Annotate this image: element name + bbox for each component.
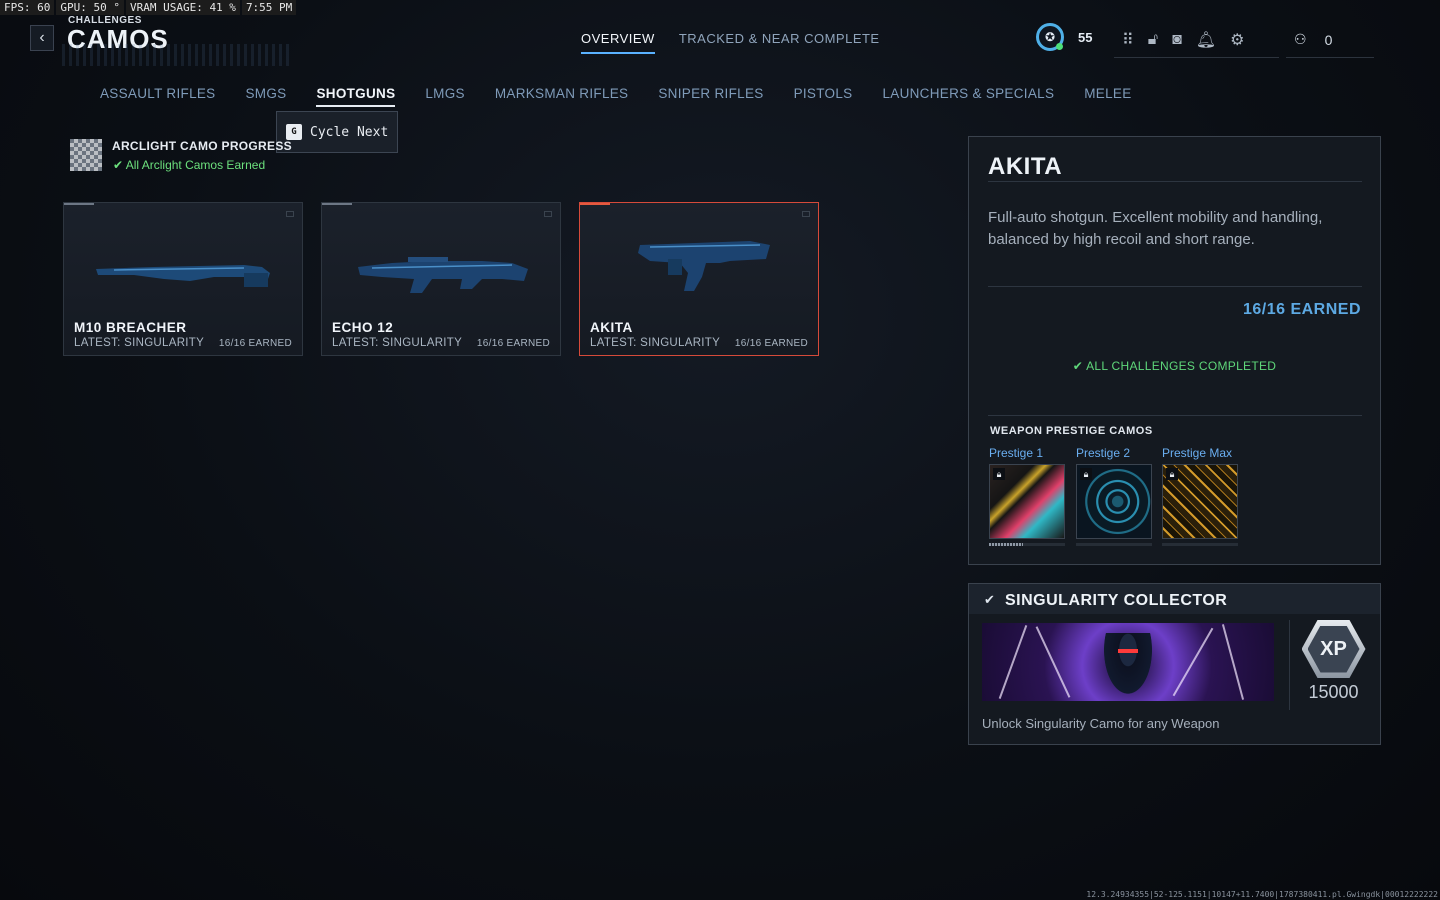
tab-overview[interactable]: OVERVIEW <box>581 31 655 54</box>
bell-icon[interactable]: 🔔︎ <box>1196 30 1216 50</box>
xp-label: XP <box>1307 625 1360 673</box>
divider <box>988 181 1362 182</box>
weapon-card-akita[interactable]: AKITA LATEST: SINGULARITY 16/16 EARNED <box>579 202 819 356</box>
weapon-latest-camo: LATEST: SINGULARITY <box>332 337 463 349</box>
party-widget[interactable]: ⚇ 0 <box>1286 22 1374 58</box>
xp-icon: XP <box>1301 620 1366 678</box>
check-icon: ✔ <box>1072 359 1084 373</box>
key-hint: G <box>286 124 302 140</box>
check-icon: ✔ <box>984 592 995 607</box>
tooltip-label: Cycle Next <box>310 124 389 140</box>
weapon-name: AKITA <box>590 320 633 335</box>
challenge-artwork <box>982 623 1274 701</box>
card-corner-icon <box>544 211 552 217</box>
tab-shotguns[interactable]: SHOTGUNS <box>316 86 396 107</box>
card-corner-icon <box>802 211 810 217</box>
prestige-label: Prestige Max <box>1162 446 1233 460</box>
challenge-description: Unlock Singularity Camo for any Weapon <box>982 716 1220 731</box>
grid-menu-icon[interactable]: ⠿ <box>1122 30 1134 50</box>
weapon-latest-camo: LATEST: SINGULARITY <box>74 337 205 349</box>
prestige-progress-fill <box>989 543 1024 546</box>
weapon-description: Full-auto shotgun. Excellent mobility an… <box>988 209 1323 248</box>
check-icon: ✔ <box>113 158 124 172</box>
tab-melee[interactable]: MELEE <box>1084 86 1131 107</box>
arclight-status-text: All Arclight Camos Earned <box>125 158 266 172</box>
camera-icon[interactable]: ◙ <box>1172 31 1182 49</box>
player-level: 55 <box>1078 29 1093 45</box>
arclight-title: ARCLIGHT CAMO PROGRESS <box>112 139 292 153</box>
fps-readout: FPS: 60 <box>0 0 55 15</box>
weapon-card-echo-12[interactable]: ECHO 12 LATEST: SINGULARITY 16/16 EARNED <box>321 202 561 356</box>
tab-launchers-specials[interactable]: LAUNCHERS & SPECIALS <box>882 86 1054 107</box>
xp-reward: XP 15000 <box>1289 620 1377 710</box>
prestige-label: Prestige 1 <box>989 446 1044 460</box>
weapon-name: ECHO 12 <box>332 320 394 335</box>
hud-icon-bar: ⠿ 🔓︎ ◙ 🔔︎ ⚙ <box>1114 22 1279 58</box>
perf-overlay: FPS: 60 GPU: 50 ° VRAM USAGE: 41 % 7:55 … <box>0 0 297 15</box>
player-hud: ✪ 55 ⠿ 🔓︎ ◙ 🔔︎ ⚙ ⚇ 0 <box>1036 22 1374 58</box>
clock-readout: 7:55 PM <box>241 0 297 15</box>
challenge-card[interactable]: ✔ SINGULARITY COLLECTOR XP 15000 Unlock … <box>968 583 1381 745</box>
shotgun-image <box>638 241 770 291</box>
weapon-detail-panel: AKITA Full-auto shotgun. Excellent mobil… <box>968 136 1381 565</box>
unlock-icon[interactable]: 🔓︎ <box>1148 31 1158 49</box>
weapon-latest-camo: LATEST: SINGULARITY <box>590 337 721 349</box>
shotgun-image <box>96 265 270 287</box>
xp-value: 15000 <box>1308 682 1359 702</box>
lock-icon: 🔒︎ <box>993 468 1005 480</box>
prestige-heading: WEAPON PRESTIGE CAMOS <box>990 425 1153 437</box>
lock-icon: 🔒︎ <box>1080 468 1092 480</box>
prestige-progress-bar <box>989 543 1065 546</box>
tab-tracked[interactable]: TRACKED & NEAR COMPLETE <box>679 31 880 54</box>
rank-icon[interactable]: ✪ <box>1036 23 1064 51</box>
card-topbar <box>64 203 94 205</box>
divider <box>988 415 1362 416</box>
vram-readout: VRAM USAGE: 41 % <box>125 0 240 15</box>
arclight-status: ✔ All Arclight Camos Earned <box>113 158 265 172</box>
challenge-title: SINGULARITY COLLECTOR <box>1005 592 1228 609</box>
tab-sniper-rifles[interactable]: SNIPER RIFLES <box>658 86 763 107</box>
weapon-card-m10-breacher[interactable]: M10 BREACHER LATEST: SINGULARITY 16/16 E… <box>63 202 303 356</box>
detail-weapon-name: AKITA <box>988 153 1063 180</box>
party-count: 0 <box>1324 31 1333 48</box>
build-string: 12.3.24934355|52-125.1151|10147+11.7400|… <box>1086 890 1438 899</box>
weapon-earned-count: 16/16 EARNED <box>476 338 550 349</box>
prestige-camo-1[interactable]: Prestige 1 🔒︎ <box>989 446 1065 546</box>
card-topbar <box>322 203 352 205</box>
gear-icon[interactable]: ⚙ <box>1230 30 1244 50</box>
back-button[interactable]: ‹ <box>30 25 54 51</box>
weapon-name: M10 BREACHER <box>74 320 187 335</box>
prestige-progress-bar <box>1162 543 1238 546</box>
detail-earned-count: 16/16 EARNED <box>1242 301 1361 318</box>
prestige-camo-max[interactable]: Prestige Max 🔒︎ <box>1162 446 1238 546</box>
weapon-category-tabs: ASSAULT RIFLES SMGS SHOTGUNS LMGS MARKSM… <box>100 86 1132 107</box>
prestige-label: Prestige 2 <box>1076 446 1131 460</box>
all-challenges-status: ✔ ALL CHALLENGES COMPLETED <box>969 359 1380 373</box>
top-tabs: OVERVIEW TRACKED & NEAR COMPLETE <box>581 31 880 54</box>
prestige-thumbnail: 🔒︎ <box>1076 464 1152 539</box>
prestige-thumbnail: 🔒︎ <box>1162 464 1238 539</box>
divider <box>988 286 1362 287</box>
weapon-earned-count: 16/16 EARNED <box>218 338 292 349</box>
prestige-progress-bar <box>1076 543 1152 546</box>
tab-pistols[interactable]: PISTOLS <box>794 86 853 107</box>
tab-assault-rifles[interactable]: ASSAULT RIFLES <box>100 86 216 107</box>
cycle-next-tooltip: G Cycle Next <box>276 111 398 153</box>
tab-marksman-rifles[interactable]: MARKSMAN RIFLES <box>495 86 629 107</box>
chevron-left-icon: ‹ <box>39 29 45 46</box>
prestige-thumbnail: 🔒︎ <box>989 464 1065 539</box>
tab-lmgs[interactable]: LMGS <box>425 86 464 107</box>
party-icon: ⚇ <box>1294 31 1307 47</box>
prestige-camo-2[interactable]: Prestige 2 🔒︎ <box>1076 446 1152 546</box>
card-topbar <box>580 203 610 205</box>
all-challenges-text: ALL CHALLENGES COMPLETED <box>1086 359 1277 373</box>
tab-smgs[interactable]: SMGS <box>246 86 287 107</box>
arclight-camo-icon <box>70 139 102 171</box>
shotgun-image <box>358 257 528 293</box>
weapon-earned-count: 16/16 EARNED <box>734 338 808 349</box>
title-decoration <box>62 44 292 66</box>
gpu-readout: GPU: 50 ° <box>56 0 124 15</box>
lock-icon: 🔒︎ <box>1166 468 1178 480</box>
card-corner-icon <box>286 211 294 217</box>
